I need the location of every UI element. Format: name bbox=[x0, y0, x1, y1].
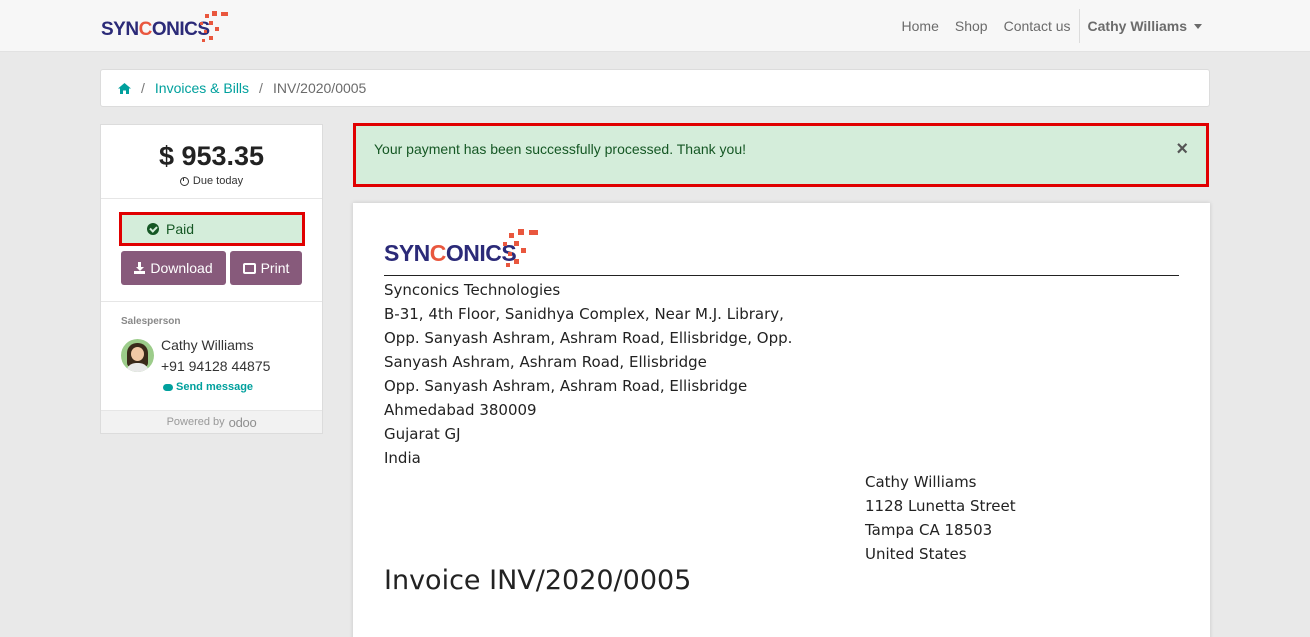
address-line: Sanyash Ashram, Ashram Road, Ellisbridge bbox=[384, 353, 707, 371]
close-icon[interactable]: × bbox=[1176, 138, 1188, 161]
nav-divider bbox=[1078, 9, 1080, 43]
breadcrumb-separator: / bbox=[141, 80, 145, 96]
address-line: Gujarat GJ bbox=[384, 425, 461, 443]
download-button[interactable]: Download bbox=[121, 251, 226, 285]
user-menu[interactable]: Cathy Williams bbox=[1088, 18, 1202, 34]
header-rule bbox=[384, 275, 1179, 276]
synconics-logo: SYNCONICS bbox=[384, 227, 544, 271]
send-message-link[interactable]: Send message bbox=[163, 381, 253, 393]
synconics-logo[interactable]: SYNCONICS bbox=[101, 10, 233, 44]
divider bbox=[101, 301, 322, 302]
caret-down-icon bbox=[1194, 24, 1202, 29]
divider bbox=[101, 198, 322, 199]
logo-wordmark: SYNCONICS bbox=[101, 19, 210, 40]
address-line: B-31, 4th Floor, Sanidhya Complex, Near … bbox=[384, 305, 784, 323]
print-icon bbox=[242, 262, 256, 274]
due-label: Due today bbox=[192, 175, 244, 187]
breadcrumb: / Invoices & Bills / INV/2020/0005 bbox=[100, 69, 1210, 107]
invoice-summary-card: $ 953.35 Due today Paid Download Print S… bbox=[100, 124, 323, 434]
company-address: Synconics Technologies B-31, 4th Floor, … bbox=[384, 278, 792, 470]
nav-contact-link[interactable]: Contact us bbox=[1004, 18, 1071, 34]
address-line: Cathy Williams bbox=[865, 473, 977, 491]
salesperson-label: Salesperson bbox=[121, 316, 181, 327]
amount-due: $ 953.35 bbox=[158, 141, 265, 171]
alert-message: Your payment has been successfully proce… bbox=[374, 141, 746, 157]
breadcrumb-current: INV/2020/0005 bbox=[272, 80, 367, 96]
odoo-logo[interactable]: odoo bbox=[229, 415, 257, 430]
due-date: Due today bbox=[101, 175, 322, 187]
send-message-label: Send message bbox=[176, 381, 254, 393]
nav-links: Home Shop Contact us Cathy Williams bbox=[886, 0, 1202, 52]
nav-home-link[interactable]: Home bbox=[902, 18, 939, 34]
clock-icon bbox=[179, 176, 189, 186]
print-label: Print bbox=[260, 260, 290, 276]
logo-wordmark: SYNCONICS bbox=[384, 239, 517, 266]
top-navbar: SYNCONICS Home Shop Contact us Cathy Wil… bbox=[0, 0, 1310, 52]
powered-by-label: Powered by bbox=[166, 416, 225, 428]
avatar bbox=[121, 339, 154, 372]
address-line: India bbox=[384, 449, 421, 467]
address-line: Opp. Sanyash Ashram, Ashram Road, Ellisb… bbox=[384, 377, 748, 395]
address-line: Ahmedabad 380009 bbox=[384, 401, 537, 419]
print-button[interactable]: Print bbox=[230, 251, 302, 285]
status-label: Paid bbox=[166, 221, 195, 237]
salesperson-name: Cathy Williams bbox=[161, 337, 254, 353]
salesperson-phone: +91 94128 44875 bbox=[161, 358, 271, 374]
address-line: Tampa CA 18503 bbox=[865, 521, 993, 539]
address-line: 1128 Lunetta Street bbox=[865, 497, 1016, 515]
nav-shop-link[interactable]: Shop bbox=[955, 18, 988, 34]
payment-success-alert: Your payment has been successfully proce… bbox=[353, 123, 1209, 187]
breadcrumb-invoices-link[interactable]: Invoices & Bills bbox=[155, 80, 249, 96]
download-icon bbox=[134, 262, 146, 274]
invoice-document: SYNCONICS Synconics Technologies B-31, 4… bbox=[353, 203, 1210, 637]
customer-address: Cathy Williams 1128 Lunetta Street Tampa… bbox=[865, 470, 1016, 566]
breadcrumb-separator: / bbox=[259, 80, 263, 96]
chat-icon bbox=[163, 383, 173, 391]
paid-status-badge: Paid bbox=[119, 212, 305, 246]
address-line: United States bbox=[865, 545, 967, 563]
user-name: Cathy Williams bbox=[1087, 18, 1187, 34]
address-line: Synconics Technologies bbox=[384, 281, 561, 299]
invoice-title: Invoice INV/2020/0005 bbox=[384, 565, 692, 596]
check-circle-icon bbox=[147, 223, 159, 235]
download-label: Download bbox=[150, 260, 213, 276]
powered-by-footer: Powered by odoo bbox=[101, 410, 322, 433]
address-line: Opp. Sanyash Ashram, Ashram Road, Ellisb… bbox=[384, 329, 793, 347]
home-icon[interactable] bbox=[118, 82, 131, 94]
